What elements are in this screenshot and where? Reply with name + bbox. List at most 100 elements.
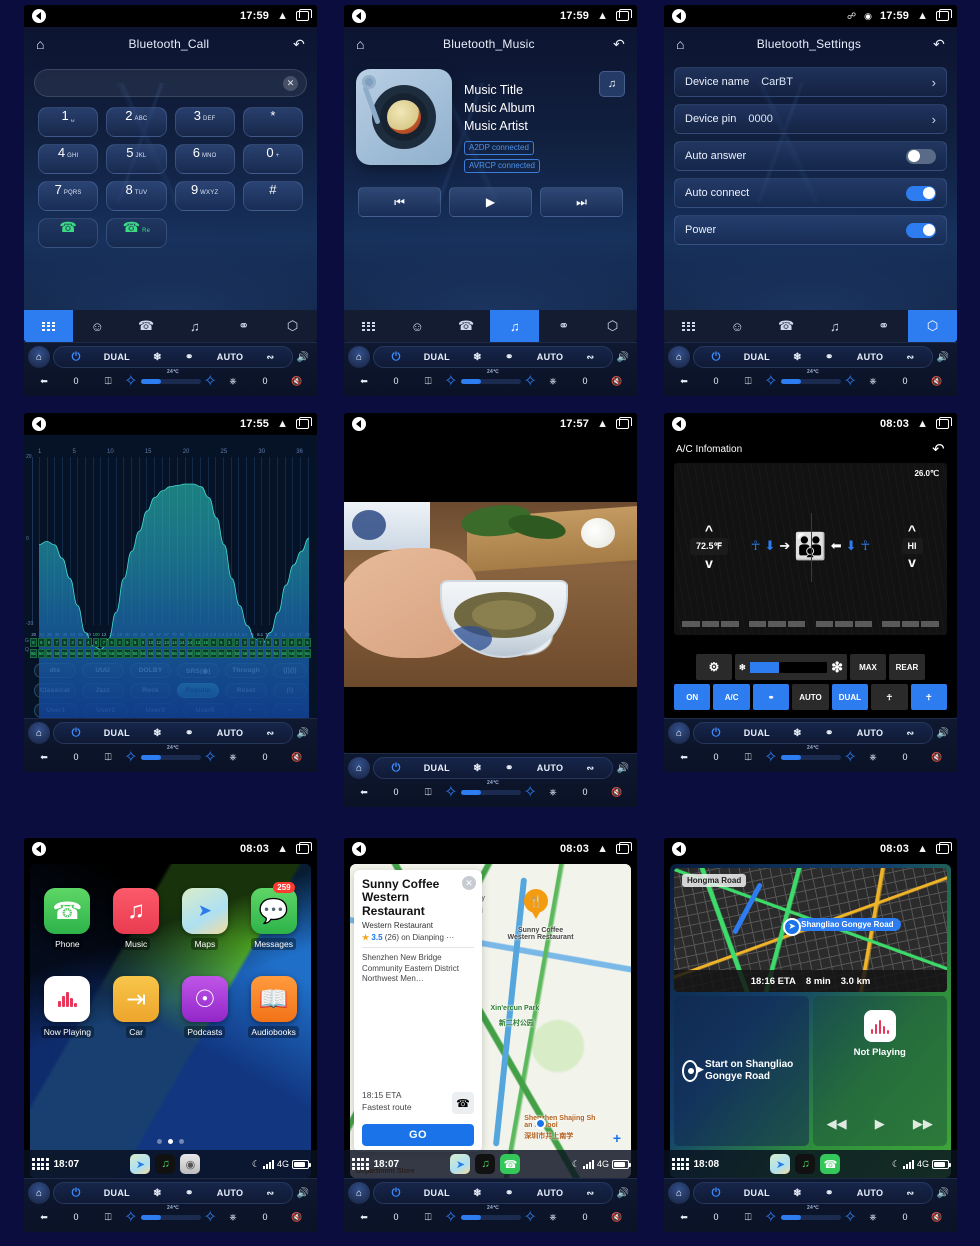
eq-gain-cell[interactable]: 4 [84, 638, 92, 647]
previous-track-button[interactable]: ⏮ [358, 187, 441, 217]
play-button[interactable]: ▶ [875, 1116, 885, 1132]
nav-item-music[interactable]: ♫ [490, 310, 540, 342]
home-button[interactable]: ⌂ [668, 1182, 690, 1204]
eq-gain-cell[interactable]: 3 [116, 638, 123, 647]
forward-button[interactable]: ▶▶ [913, 1116, 933, 1132]
dual-label[interactable]: DUAL [424, 763, 450, 773]
eq-gain-cell[interactable]: 6 [249, 638, 257, 647]
auto-label[interactable]: AUTO [217, 352, 244, 362]
chevron-up-icon[interactable]: ▲ [917, 418, 928, 430]
recirculate-icon[interactable]: ⚭ [825, 1188, 834, 1199]
dial-input[interactable]: ✕ [34, 69, 307, 97]
ac-button[interactable]: A/C [713, 684, 750, 710]
eq-q-cell[interactable]: 56 [210, 649, 217, 658]
seat-heat-icon[interactable]: ⎈ [857, 376, 889, 387]
recents-icon[interactable] [936, 842, 952, 854]
eq-gain-cell[interactable]: 14 [178, 638, 186, 647]
eq-gain-cell[interactable]: 4 [296, 638, 303, 647]
chevron-up-icon[interactable]: ▲ [917, 10, 928, 22]
temp-down-left-button[interactable]: v [705, 556, 713, 570]
eq-gain-cell[interactable]: 3 [280, 638, 288, 647]
auto-label[interactable]: AUTO [217, 728, 244, 738]
seat-left-icon[interactable]: ⎅ [412, 787, 444, 798]
eq-gain-cell[interactable]: 13 [163, 638, 170, 647]
eq-gain-cell[interactable]: 6 [92, 638, 100, 647]
nav-item-contacts[interactable]: ☺ [713, 310, 762, 342]
eq-gain-cell[interactable]: 10 [147, 638, 155, 647]
power-icon[interactable]: ⏻ [392, 1187, 401, 1200]
redial-button[interactable]: ☎ Re [106, 218, 167, 248]
fan-track[interactable] [140, 378, 201, 384]
eq-gain-cell[interactable]: 8 [30, 638, 37, 647]
volume-down-button[interactable]: 🔇 [281, 752, 313, 763]
ac-settings-button[interactable]: ⚙ [696, 654, 732, 680]
eq-q-cell[interactable]: 56 [186, 649, 194, 658]
recirculate-icon[interactable]: ⚭ [505, 763, 514, 774]
dock-music-icon[interactable]: ♫ [475, 1154, 496, 1174]
snowflake-icon[interactable]: ❄ [793, 352, 802, 363]
volume-up-button[interactable]: 🔊 [293, 1188, 313, 1199]
chevron-up-icon[interactable]: ▲ [597, 418, 608, 430]
chevron-up-icon[interactable]: ▲ [597, 843, 608, 855]
eq-q-cell[interactable]: 56 [53, 649, 61, 658]
eq-gain-row[interactable]: 8 8 8 7 5 3 8 4 6 7 5 3 9 5 8 10 12 13 14 14 14 13 15 9 6 3 2 3 6 7 6 5… [24, 637, 317, 648]
auto-label[interactable]: AUTO [857, 1188, 884, 1198]
power-icon[interactable]: ⏻ [72, 1187, 81, 1200]
close-icon[interactable]: ✕ [462, 876, 476, 890]
eq-gain-cell[interactable]: 3 [225, 638, 233, 647]
dock-phone-icon[interactable]: ☎ [820, 1154, 841, 1174]
back-icon[interactable] [352, 842, 366, 856]
key-4[interactable]: 4 GHI [38, 144, 99, 174]
key-3[interactable]: 3 DEF [174, 107, 235, 137]
volume-up-button[interactable]: 🔊 [613, 352, 633, 363]
volume-up-button[interactable]: 🔊 [933, 1188, 953, 1199]
eq-q-cell[interactable]: 56 [123, 649, 131, 658]
home-button[interactable]: ⌂ [348, 346, 370, 368]
nav-item-settings[interactable]: ⬡ [908, 310, 957, 342]
eq-gain-cell[interactable]: 3 [69, 638, 76, 647]
seat-icon[interactable]: ∾ [267, 352, 275, 363]
home-button[interactable]: ⌂ [668, 722, 690, 744]
setting-auto-connect[interactable]: Auto connect [674, 178, 947, 208]
seat-heat-icon[interactable]: ⎈ [537, 376, 569, 387]
back-button[interactable]: ⬅ [668, 1212, 700, 1223]
call-poi-button[interactable]: ☎ [452, 1092, 474, 1114]
snowflake-icon[interactable]: ❄ [153, 728, 162, 739]
fan-track[interactable] [460, 1214, 521, 1220]
fan-track[interactable] [460, 789, 521, 795]
recirculate-icon[interactable]: ⚭ [185, 352, 194, 363]
key-hash[interactable]: # [242, 181, 303, 211]
eq-q-cell[interactable]: 56 [241, 649, 249, 658]
snowflake-icon[interactable]: ❄ [473, 352, 482, 363]
temp-up-right-button[interactable]: ^ [908, 523, 916, 537]
seat-left-icon[interactable]: ⎅ [732, 376, 764, 387]
map-surface[interactable]: 🍴 Sunny Coffee Western Restaurant Xin'er… [350, 864, 631, 1178]
recirculate-button[interactable]: ⚭ [752, 684, 790, 710]
snowflake-icon[interactable]: ❄ [153, 1188, 162, 1199]
home-icon[interactable]: ⌂ [356, 36, 364, 52]
eq-q-cell[interactable]: 56 [30, 649, 37, 658]
volume-up-button[interactable]: 🔊 [613, 763, 633, 774]
home-button[interactable]: ⌂ [28, 722, 50, 744]
eq-q-cell[interactable]: 56 [280, 649, 288, 658]
volume-down-button[interactable]: 🔇 [921, 376, 953, 387]
eq-gain-cell[interactable]: 12 [155, 638, 163, 647]
dual-label[interactable]: DUAL [104, 352, 130, 362]
nav-item-phone[interactable]: ☎ [122, 310, 171, 342]
app-messages[interactable]: 💬 259 Messages [244, 882, 303, 952]
eq-gain-cell[interactable]: 13 [194, 638, 202, 647]
seat-left-icon[interactable]: ⎅ [92, 752, 124, 763]
power-icon[interactable]: ⏻ [72, 727, 81, 740]
dock-music-icon[interactable]: ♫ [795, 1154, 816, 1174]
volume-down-button[interactable]: 🔇 [281, 376, 313, 387]
eq-q-cell[interactable]: 56 [131, 649, 139, 658]
volume-down-button[interactable]: 🔇 [601, 1212, 633, 1223]
power-icon[interactable]: ⏻ [392, 351, 401, 364]
seat-icon[interactable]: ∾ [907, 352, 915, 363]
eq-gain-cell[interactable]: 9 [210, 638, 217, 647]
eq-q-cell[interactable]: 56 [69, 649, 76, 658]
dock-music-icon[interactable]: ♫ [155, 1154, 176, 1174]
auto-label[interactable]: AUTO [537, 1188, 564, 1198]
eq-gain-cell[interactable]: 8 [45, 638, 53, 647]
nav-item-link[interactable]: ⚭ [539, 310, 588, 342]
